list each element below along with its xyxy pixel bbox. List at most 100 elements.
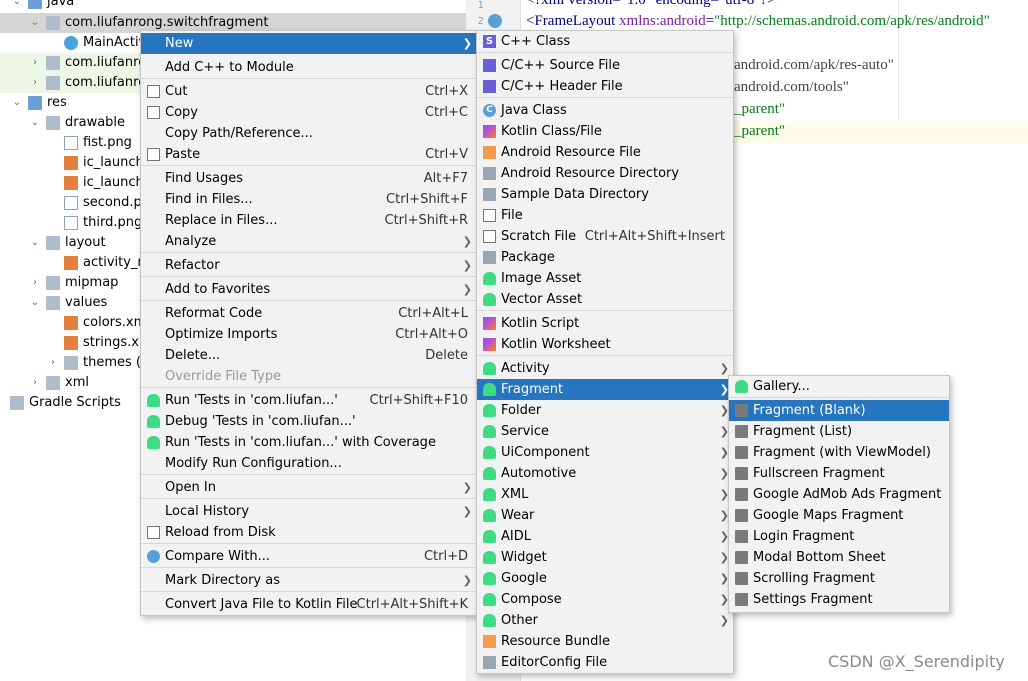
code-line[interactable]: android.com/apk/res-auto"	[734, 57, 894, 74]
context-menu-item[interactable]: Analyze ❯	[141, 231, 476, 252]
context-menu-item[interactable]: Debug 'Tests in 'com.liufan...'	[141, 411, 476, 432]
expand-arrow-icon[interactable]: ⌄	[12, 93, 22, 113]
new-menu-item[interactable]: Kotlin Script	[477, 313, 733, 334]
tree-item[interactable]: second.png	[0, 193, 160, 213]
expand-arrow-icon[interactable]: ⌄	[30, 293, 40, 313]
context-menu-item[interactable]: Paste Ctrl+V	[141, 144, 476, 165]
context-menu-item[interactable]: Cut Ctrl+X	[141, 81, 476, 102]
new-menu-item[interactable]: Kotlin Worksheet	[477, 334, 733, 355]
context-menu-item[interactable]: Compare With... Ctrl+D	[141, 546, 476, 567]
context-menu-item[interactable]: Delete... Delete	[141, 345, 476, 366]
tree-item[interactable]: › xml	[0, 373, 160, 393]
new-menu-item[interactable]: Service ❯	[477, 421, 733, 442]
tree-item[interactable]: fist.png	[0, 133, 160, 153]
new-menu-item[interactable]: Android Resource Directory	[477, 163, 733, 184]
code-line[interactable]: <?xml version="1.0" encoding="utf-8"?>	[526, 0, 776, 9]
tree-item[interactable]: ⌄ java	[0, 0, 160, 12]
new-menu-item[interactable]: Sample Data Directory	[477, 184, 733, 205]
expand-arrow-icon[interactable]: ⌄	[12, 0, 22, 12]
collapse-arrow-icon[interactable]: ›	[30, 53, 40, 73]
new-menu-item[interactable]: Folder ❯	[477, 400, 733, 421]
context-menu-item[interactable]: Replace in Files... Ctrl+Shift+R	[141, 210, 476, 231]
new-menu-item[interactable]: S C++ Class	[477, 31, 733, 52]
tree-item[interactable]: ic_launcher	[0, 153, 160, 173]
tree-item[interactable]: colors.xml	[0, 313, 160, 333]
context-menu-item[interactable]: Reformat Code Ctrl+Alt+L	[141, 303, 476, 324]
new-menu-item[interactable]: File	[477, 205, 733, 226]
tree-item[interactable]: Gradle Scripts	[0, 393, 160, 413]
context-menu-item[interactable]: Copy Path/Reference...	[141, 123, 476, 144]
code-line[interactable]: android.com/tools"	[734, 79, 849, 96]
context-menu-item[interactable]: Reload from Disk	[141, 522, 476, 543]
code-line[interactable]: _parent"	[734, 101, 785, 118]
collapse-arrow-icon[interactable]: ›	[30, 73, 40, 93]
context-menu-item[interactable]: Add to Favorites ❯	[141, 279, 476, 300]
new-menu-item[interactable]: Scratch File Ctrl+Alt+Shift+Insert	[477, 226, 733, 247]
tree-item[interactable]: ic_launcher	[0, 173, 160, 193]
new-menu-item[interactable]: Activity ❯	[477, 358, 733, 379]
context-menu-item[interactable]: Mark Directory as ❯	[141, 570, 476, 591]
expand-arrow-icon[interactable]: ⌄	[30, 113, 40, 133]
context-menu-item[interactable]: Find in Files... Ctrl+Shift+F	[141, 189, 476, 210]
expand-arrow-icon[interactable]: ⌄	[30, 13, 40, 33]
new-menu-item[interactable]: Package	[477, 247, 733, 268]
new-menu-item[interactable]: AIDL ❯	[477, 526, 733, 547]
new-menu-item[interactable]: Image Asset	[477, 268, 733, 289]
fragment-menu-item[interactable]: Fragment (List)	[729, 421, 949, 442]
fragment-menu-item[interactable]: Fragment (with ViewModel)	[729, 442, 949, 463]
new-menu-item[interactable]: C Java Class	[477, 100, 733, 121]
new-menu-item[interactable]: Android Resource File	[477, 142, 733, 163]
new-menu-item[interactable]: Compose ❯	[477, 589, 733, 610]
tree-item[interactable]: › mipmap	[0, 273, 160, 293]
new-menu-item[interactable]: UiComponent ❯	[477, 442, 733, 463]
fragment-menu-item[interactable]: Gallery...	[729, 376, 949, 397]
collapse-arrow-icon[interactable]: ›	[30, 273, 40, 293]
new-menu-item[interactable]: Google ❯	[477, 568, 733, 589]
context-menu-item[interactable]: Run 'Tests in 'com.liufan...' with Cover…	[141, 432, 476, 453]
fragment-menu-item[interactable]: Google AdMob Ads Fragment	[729, 484, 949, 505]
new-menu-item[interactable]: Automotive ❯	[477, 463, 733, 484]
fragment-menu-item[interactable]: Google Maps Fragment	[729, 505, 949, 526]
fragment-menu-item[interactable]: Login Fragment	[729, 526, 949, 547]
new-menu-item[interactable]: Other ❯	[477, 610, 733, 631]
context-menu-item[interactable]: Modify Run Configuration...	[141, 453, 476, 474]
collapse-arrow-icon[interactable]: ›	[30, 373, 40, 393]
context-menu-item[interactable]: Copy Ctrl+C	[141, 102, 476, 123]
fragment-menu-item[interactable]: Settings Fragment	[729, 589, 949, 610]
context-menu-item[interactable]: Optimize Imports Ctrl+Alt+O	[141, 324, 476, 345]
context-menu-item[interactable]: Open In ❯	[141, 477, 476, 498]
tree-item[interactable]: ⌄ values	[0, 293, 160, 313]
tree-item[interactable]: ⌄ drawable	[0, 113, 160, 133]
tree-item[interactable]: ⌄ layout	[0, 233, 160, 253]
new-menu-item[interactable]: EditorConfig File	[477, 652, 733, 673]
code-line[interactable]: <FrameLayout xmlns:android="http://schem…	[526, 13, 990, 30]
tree-item[interactable]: ⌄ res	[0, 93, 160, 113]
context-menu-item[interactable]: Add C++ to Module	[141, 57, 476, 78]
collapse-arrow-icon[interactable]: ›	[48, 353, 58, 373]
new-menu-item[interactable]: Resource Bundle	[477, 631, 733, 652]
new-menu-item[interactable]: Wear ❯	[477, 505, 733, 526]
context-menu-item[interactable]: Run 'Tests in 'com.liufan...' Ctrl+Shift+…	[141, 390, 476, 411]
new-menu-item[interactable]: Kotlin Class/File	[477, 121, 733, 142]
expand-arrow-icon[interactable]: ⌄	[30, 233, 40, 253]
fragment-menu-item[interactable]: Fullscreen Fragment	[729, 463, 949, 484]
new-menu-item[interactable]: XML ❯	[477, 484, 733, 505]
fragment-menu-item[interactable]: Fragment (Blank)	[729, 400, 949, 421]
context-menu-item[interactable]: Refactor ❯	[141, 255, 476, 276]
new-menu-item[interactable]: Fragment ❯	[477, 379, 733, 400]
fragment-menu-item[interactable]: Scrolling Fragment	[729, 568, 949, 589]
context-menu-item[interactable]: Find Usages Alt+F7	[141, 168, 476, 189]
tree-item[interactable]: › themes (2)	[0, 353, 160, 373]
code-line[interactable]: _parent"	[734, 123, 785, 140]
context-menu-item[interactable]: Local History ❯	[141, 501, 476, 522]
fragment-menu-item[interactable]: Modal Bottom Sheet	[729, 547, 949, 568]
tree-item[interactable]: third.png	[0, 213, 160, 233]
new-menu-item[interactable]: Vector Asset	[477, 289, 733, 310]
new-menu-item[interactable]: C/C++ Source File	[477, 55, 733, 76]
tree-item[interactable]: MainActivity	[0, 33, 160, 53]
new-menu-item[interactable]: Widget ❯	[477, 547, 733, 568]
context-menu-item[interactable]: New ❯	[141, 33, 476, 54]
new-menu-item[interactable]: C/C++ Header File	[477, 76, 733, 97]
tree-item[interactable]: activity_main	[0, 253, 160, 273]
tree-item[interactable]: strings.xml	[0, 333, 160, 353]
